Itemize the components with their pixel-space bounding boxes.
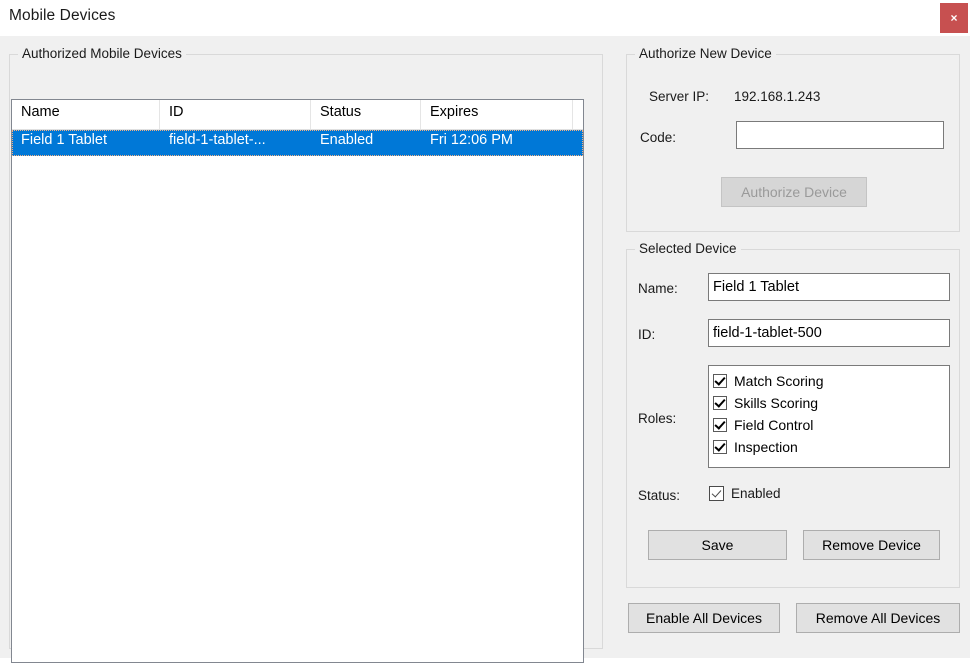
server-ip-label: Server IP:	[649, 89, 709, 104]
device-id-label: ID:	[638, 327, 655, 342]
roles-checkbox-list[interactable]: Match Scoring Skills Scoring Field Contr…	[708, 365, 950, 468]
remove-device-button-label: Remove Device	[822, 538, 921, 552]
cell-status: Enabled	[311, 130, 421, 156]
save-button-label: Save	[702, 538, 734, 552]
roles-label: Roles:	[638, 411, 676, 426]
role-item-inspection[interactable]: Inspection	[713, 436, 949, 458]
authorize-device-button-label: Authorize Device	[741, 185, 847, 199]
code-input[interactable]	[736, 121, 944, 149]
close-window-button[interactable]: ×	[940, 3, 968, 33]
role-label-inspection: Inspection	[734, 439, 798, 455]
mobile-devices-window: Mobile Devices × Authorized Mobile Devic…	[0, 0, 970, 658]
close-icon: ×	[940, 3, 968, 33]
device-name-label: Name:	[638, 281, 678, 296]
server-ip-value: 192.168.1.243	[734, 89, 820, 104]
status-enabled-label: Enabled	[731, 486, 781, 501]
role-label-match-scoring: Match Scoring	[734, 373, 823, 389]
column-header-expires[interactable]: Expires	[421, 100, 573, 129]
checkbox-skills-scoring[interactable]	[713, 396, 727, 410]
authorized-mobile-devices-title: Authorized Mobile Devices	[18, 46, 186, 61]
selected-device-title: Selected Device	[635, 241, 741, 256]
column-header-name[interactable]: Name	[12, 100, 160, 129]
cell-expires: Fri 12:06 PM	[421, 130, 573, 156]
remove-all-devices-button[interactable]: Remove All Devices	[796, 603, 960, 633]
role-item-skills-scoring[interactable]: Skills Scoring	[713, 392, 949, 414]
role-label-skills-scoring: Skills Scoring	[734, 395, 818, 411]
authorize-device-button[interactable]: Authorize Device	[721, 177, 867, 207]
window-titlebar: Mobile Devices ×	[0, 0, 970, 36]
authorized-devices-listview[interactable]: Name ID Status Expires Field 1 Tablet fi…	[11, 99, 584, 663]
device-name-input[interactable]	[708, 273, 950, 301]
enable-all-devices-button[interactable]: Enable All Devices	[628, 603, 780, 633]
cell-id: field-1-tablet-...	[160, 130, 311, 156]
cell-name: Field 1 Tablet	[12, 130, 160, 156]
checkbox-enabled[interactable]	[709, 486, 724, 501]
dialog-client-area: Authorized Mobile Devices Name ID Status…	[0, 36, 970, 658]
save-button[interactable]: Save	[648, 530, 787, 560]
listview-rows: Field 1 Tablet field-1-tablet-... Enable…	[12, 130, 583, 156]
role-label-field-control: Field Control	[734, 417, 813, 433]
checkbox-field-control[interactable]	[713, 418, 727, 432]
column-header-status[interactable]: Status	[311, 100, 421, 129]
status-label: Status:	[638, 488, 680, 503]
checkbox-match-scoring[interactable]	[713, 374, 727, 388]
device-id-input[interactable]	[708, 319, 950, 347]
status-enabled-checkbox-row[interactable]: Enabled	[709, 486, 781, 501]
table-row[interactable]: Field 1 Tablet field-1-tablet-... Enable…	[12, 130, 583, 156]
code-label: Code:	[640, 130, 676, 145]
role-item-field-control[interactable]: Field Control	[713, 414, 949, 436]
checkbox-inspection[interactable]	[713, 440, 727, 454]
remove-all-devices-button-label: Remove All Devices	[816, 611, 941, 625]
window-title: Mobile Devices	[9, 7, 116, 25]
remove-device-button[interactable]: Remove Device	[803, 530, 940, 560]
role-item-match-scoring[interactable]: Match Scoring	[713, 370, 949, 392]
authorize-new-device-title: Authorize New Device	[635, 46, 776, 61]
column-header-id[interactable]: ID	[160, 100, 311, 129]
enable-all-devices-button-label: Enable All Devices	[646, 611, 762, 625]
listview-header: Name ID Status Expires	[12, 100, 583, 130]
